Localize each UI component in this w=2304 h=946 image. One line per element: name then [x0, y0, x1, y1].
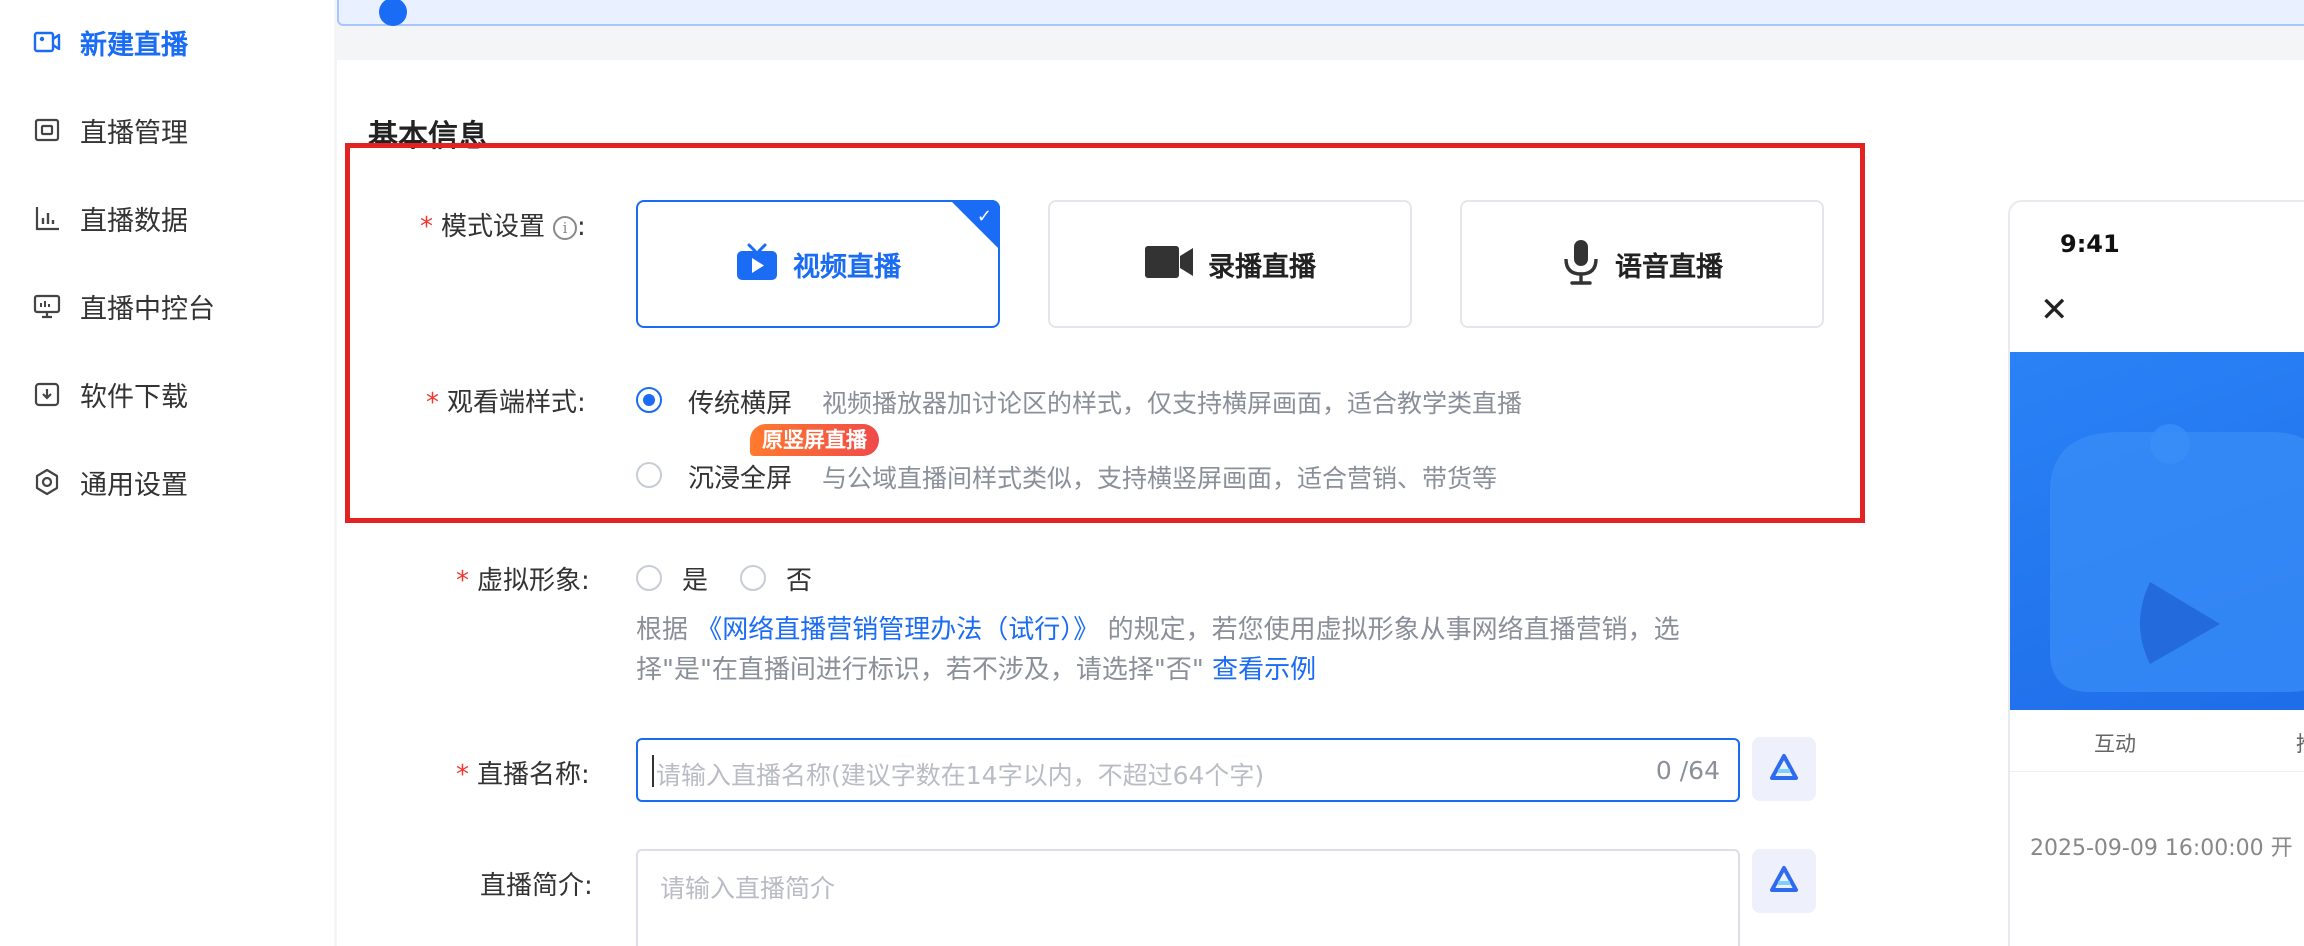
sidebar-item-label: 直播中控台: [80, 293, 215, 325]
notice-banner: [337, 0, 2304, 26]
live-intro-placeholder: 请输入直播简介: [660, 874, 836, 903]
video-camera-icon: [1144, 244, 1194, 284]
mode-option-label: 语音直播: [1615, 251, 1723, 283]
microphone-icon: [1561, 239, 1601, 289]
viewer-style-traditional-desc: 视频播放器加讨论区的样式，仅支持横屏画面，适合教学类直播: [822, 389, 1523, 418]
viewer-style-immersive-desc: 与公域直播间样式类似，支持横竖屏画面，适合营销、带货等: [822, 464, 1498, 493]
video-placeholder-illustration: [2050, 424, 2304, 692]
mode-option-recorded-live[interactable]: 录播直播: [1048, 200, 1412, 328]
help-prefix: 根据: [636, 615, 689, 645]
view-example-link[interactable]: 查看示例: [1212, 655, 1316, 685]
ai-assist-icon: [1769, 753, 1799, 785]
text-caret: [652, 755, 654, 787]
virtual-avatar-no-radio[interactable]: [740, 565, 766, 591]
live-intro-textarea[interactable]: 请输入直播简介: [636, 849, 1740, 946]
live-name-label: * 直播名称:: [456, 754, 590, 791]
live-name-placeholder: 请输入直播名称(建议字数在14字以内，不超过64个字): [656, 761, 1265, 790]
live-intro-label: 直播简介:: [480, 871, 593, 901]
sidebar-item-label: 软件下载: [80, 381, 188, 413]
required-mark: *: [456, 760, 469, 790]
mobile-preview: 9:41 ✕ 互动 推 2025-09-09 16:00:00 开: [2008, 200, 2304, 946]
sidebar-item-console[interactable]: 直播中控台: [32, 286, 215, 326]
sidebar: 新建直播 直播管理 直播数据 直播中控台 软件下载 通用设置: [0, 0, 334, 946]
live-data-icon: [32, 203, 62, 233]
viewer-style-traditional-radio[interactable]: [636, 387, 662, 413]
ai-generate-intro-button[interactable]: [1752, 849, 1816, 913]
sidebar-item-live-data[interactable]: 直播数据: [32, 198, 188, 238]
sidebar-item-label: 直播数据: [80, 205, 188, 237]
live-name-text: 直播名称:: [477, 760, 590, 790]
mode-setting-label: * 模式设置 i:: [420, 206, 586, 243]
ai-assist-icon: [1769, 865, 1799, 897]
mode-option-label: 视频直播: [793, 251, 901, 283]
preview-start-time: 2025-09-09 16:00:00 开: [2030, 836, 2293, 861]
sidebar-item-download[interactable]: 软件下载: [32, 374, 188, 414]
viewer-style-immersive-label[interactable]: 沉浸全屏: [688, 458, 792, 495]
video-preview: [2010, 352, 2304, 710]
sidebar-item-label: 直播管理: [80, 117, 188, 149]
monitor-icon: [32, 291, 62, 321]
mode-option-audio-live[interactable]: 语音直播: [1460, 200, 1824, 328]
required-mark: *: [420, 212, 433, 242]
viewer-style-immersive-radio[interactable]: [636, 462, 662, 488]
new-live-icon: [32, 27, 62, 57]
virtual-avatar-no-label[interactable]: 否: [786, 560, 812, 597]
char-counter: 0 /64: [1655, 756, 1720, 785]
info-icon[interactable]: i: [553, 215, 578, 240]
virtual-avatar-text: 虚拟形象:: [477, 566, 590, 596]
check-icon: ✓: [976, 206, 992, 227]
virtual-avatar-yes-radio[interactable]: [636, 565, 662, 591]
mode-option-video-live[interactable]: 视频直播 ✓: [636, 200, 1000, 328]
viewer-style-traditional-label[interactable]: 传统横屏: [688, 383, 792, 420]
sidebar-item-label: 通用设置: [80, 469, 188, 501]
virtual-avatar-label: * 虚拟形象:: [456, 560, 590, 597]
sidebar-item-settings[interactable]: 通用设置: [32, 462, 188, 502]
close-icon[interactable]: ✕: [2040, 290, 2069, 330]
viewer-style-label: * 观看端样式:: [426, 382, 586, 419]
sidebar-item-label: 新建直播: [80, 29, 188, 61]
status-bar-time: 9:41: [2060, 230, 2120, 258]
viewer-style-text: 观看端样式:: [447, 388, 586, 418]
download-icon: [32, 379, 62, 409]
live-name-input[interactable]: 请输入直播名称(建议字数在14字以内，不超过64个字) 0 /64: [636, 738, 1740, 802]
legacy-vertical-badge: 原竖屏直播: [750, 424, 879, 456]
virtual-avatar-yes-label[interactable]: 是: [682, 560, 708, 597]
sidebar-item-new-live[interactable]: 新建直播: [32, 22, 188, 62]
sidebar-item-live-manage[interactable]: 直播管理: [32, 110, 188, 150]
ai-generate-name-button[interactable]: [1752, 737, 1816, 801]
live-manage-icon: [32, 115, 62, 145]
selected-corner: [950, 200, 1000, 250]
required-mark: *: [426, 388, 439, 418]
label-colon: :: [577, 212, 586, 242]
preview-tab-interact[interactable]: 互动: [2094, 728, 2136, 758]
mode-option-label: 录播直播: [1208, 251, 1316, 283]
regulation-link[interactable]: 《网络直播营销管理办法（试行）》: [696, 615, 1099, 645]
preview-tabs: 互动 推: [2010, 710, 2304, 772]
required-mark: *: [456, 566, 469, 596]
virtual-avatar-help: 根据 《网络直播营销管理办法（试行）》 的规定，若您使用虚拟形象从事网络直播营销…: [636, 610, 1706, 690]
tv-play-icon: [735, 242, 779, 286]
gear-icon: [32, 467, 62, 497]
mode-setting-text: 模式设置: [441, 212, 546, 242]
info-icon: [379, 0, 407, 26]
preview-tab-second[interactable]: 推: [2296, 728, 2304, 758]
